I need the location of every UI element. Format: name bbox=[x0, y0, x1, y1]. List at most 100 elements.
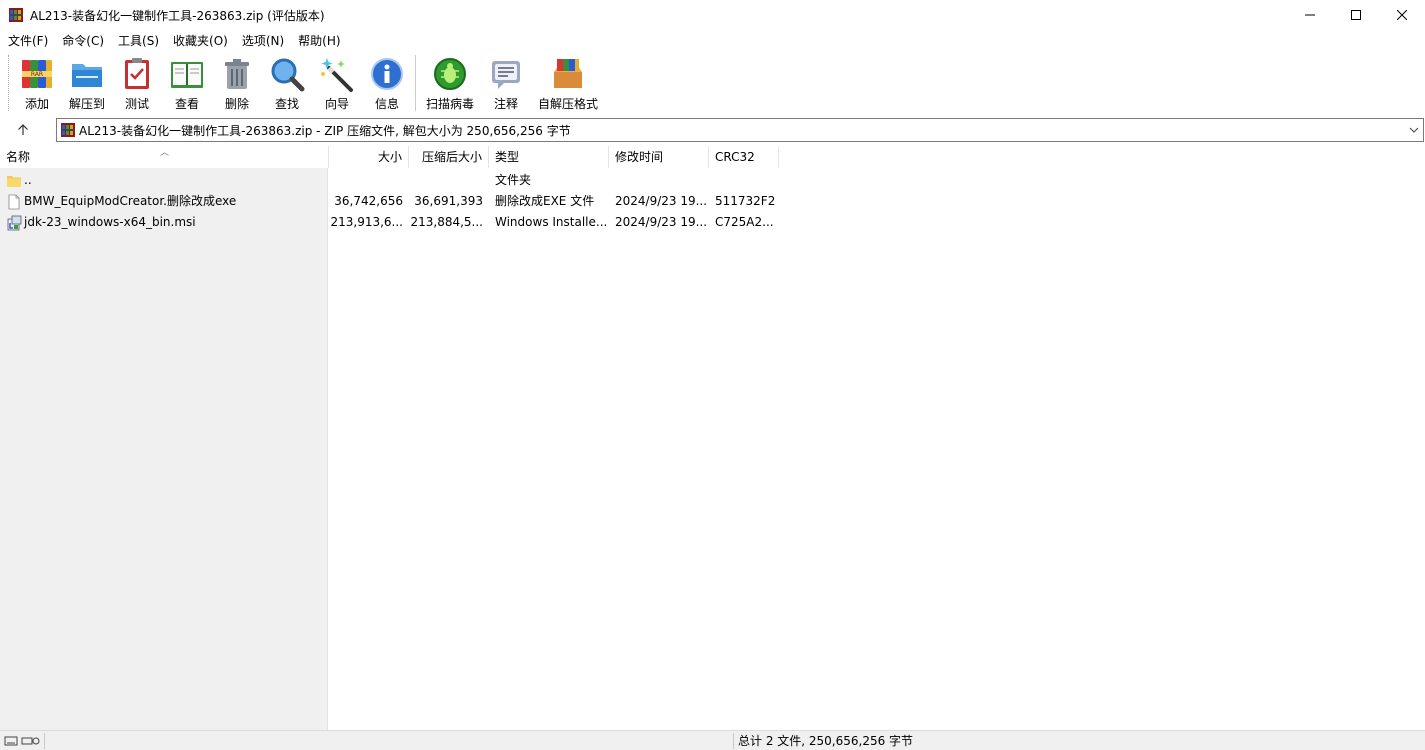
sfx-box-icon bbox=[550, 56, 586, 92]
book-icon bbox=[169, 56, 205, 92]
column-name[interactable]: 名称 ︿ bbox=[0, 146, 329, 168]
magic-wand-icon bbox=[319, 56, 355, 92]
column-size[interactable]: 大小 bbox=[329, 146, 409, 168]
find-button[interactable]: 查找 bbox=[269, 50, 305, 112]
column-name-label: 名称 bbox=[6, 150, 31, 164]
winrar-app-icon[interactable] bbox=[8, 7, 24, 23]
sort-ascending-icon: ︿ bbox=[160, 148, 170, 158]
svg-text:RAR: RAR bbox=[31, 71, 43, 78]
chevron-down-icon[interactable] bbox=[1409, 124, 1419, 138]
find-label: 查找 bbox=[275, 97, 300, 111]
menu-favorites[interactable]: 收藏夹(O) bbox=[166, 32, 235, 49]
view-button[interactable]: 查看 bbox=[169, 50, 205, 112]
minimize-button[interactable] bbox=[1287, 0, 1333, 30]
info-icon bbox=[369, 56, 405, 92]
column-packed-size[interactable]: 压缩后大小 bbox=[409, 146, 489, 168]
menu-file[interactable]: 文件(F) bbox=[0, 32, 55, 49]
add-label: 添加 bbox=[24, 97, 49, 111]
address-path: AL213-装备幻化一键制作工具-263863.zip - ZIP 压缩文件, … bbox=[79, 123, 571, 138]
column-type[interactable]: 类型 bbox=[489, 146, 609, 168]
file-size: 36,742,656 bbox=[334, 194, 403, 208]
view-label: 查看 bbox=[175, 97, 200, 111]
menu-tools[interactable]: 工具(S) bbox=[111, 32, 166, 49]
menu-bar: 文件(F) 命令(C) 工具(S) 收藏夹(O) 选项(N) 帮助(H) bbox=[0, 30, 1425, 50]
comment-label: 注释 bbox=[494, 97, 519, 111]
magnifier-icon bbox=[269, 56, 305, 92]
close-button[interactable] bbox=[1379, 0, 1425, 30]
add-archive-icon: RAR bbox=[19, 56, 55, 92]
extract-to-label: 解压到 bbox=[69, 97, 106, 111]
file-type: 文件夹 bbox=[495, 173, 532, 187]
status-icons bbox=[4, 734, 42, 750]
delete-label: 删除 bbox=[225, 97, 250, 111]
file-size bbox=[329, 170, 403, 191]
file-modified bbox=[615, 170, 707, 191]
name-column-background bbox=[0, 168, 328, 730]
file-name-cell: .. bbox=[0, 170, 328, 191]
zip-archive-icon bbox=[60, 122, 76, 138]
virus-scan-button[interactable]: 扫描病毒 bbox=[426, 50, 474, 112]
toolbar-grip[interactable] bbox=[8, 55, 12, 111]
address-combobox[interactable]: AL213-装备幻化一键制作工具-263863.zip - ZIP 压缩文件, … bbox=[56, 118, 1424, 142]
file-size: 213,913,6... bbox=[330, 215, 403, 229]
column-modified[interactable]: 修改时间 bbox=[609, 146, 709, 168]
file-name-cell: BMW_EquipModCreator.删除改成exe bbox=[0, 191, 328, 212]
file-row-parent[interactable]: .. 文件夹 bbox=[0, 170, 1425, 191]
clipboard-check-icon bbox=[119, 56, 155, 92]
drive-icon bbox=[4, 736, 18, 746]
up-arrow-icon bbox=[18, 124, 28, 135]
add-button[interactable]: RAR 添加 bbox=[19, 50, 55, 112]
file-icon bbox=[6, 194, 22, 210]
delete-button[interactable]: 删除 bbox=[219, 50, 255, 112]
menu-commands[interactable]: 命令(C) bbox=[55, 32, 111, 49]
status-divider bbox=[733, 733, 734, 749]
sfx-label: 自解压格式 bbox=[538, 97, 599, 111]
file-type: 删除改成EXE 文件 bbox=[495, 194, 595, 208]
file-packed-size: 213,884,5... bbox=[410, 215, 483, 229]
extract-to-button[interactable]: 解压到 bbox=[69, 50, 105, 112]
sfx-button[interactable]: 自解压格式 bbox=[538, 50, 598, 112]
menu-options[interactable]: 选项(N) bbox=[235, 32, 291, 49]
file-type: Windows Installe... bbox=[495, 215, 607, 229]
maximize-button[interactable] bbox=[1333, 0, 1379, 30]
status-divider bbox=[44, 733, 45, 749]
wizard-label: 向导 bbox=[325, 97, 350, 111]
file-row[interactable]: BMW_EquipModCreator.删除改成exe 36,742,656 3… bbox=[0, 191, 1425, 212]
file-name: .. bbox=[24, 173, 32, 187]
folder-icon bbox=[6, 173, 22, 189]
msi-installer-icon bbox=[6, 215, 22, 231]
info-button[interactable]: 信息 bbox=[369, 50, 405, 112]
title-bar: AL213-装备幻化一键制作工具-263863.zip (评估版本) bbox=[0, 0, 1425, 30]
file-name: BMW_EquipModCreator.删除改成exe bbox=[24, 194, 237, 208]
comment-button[interactable]: 注释 bbox=[488, 50, 524, 112]
status-bar: 总计 2 文件, 250,656,256 字节 bbox=[0, 730, 1425, 750]
file-crc32 bbox=[715, 170, 777, 191]
virus-scan-label: 扫描病毒 bbox=[426, 97, 475, 111]
file-modified: 2024/9/23 19... bbox=[615, 215, 707, 229]
info-label: 信息 bbox=[375, 97, 400, 111]
up-button[interactable] bbox=[0, 116, 46, 144]
file-list-header: 名称 ︿ 大小 压缩后大小 类型 修改时间 CRC32 bbox=[0, 146, 1425, 168]
menu-help[interactable]: 帮助(H) bbox=[291, 32, 347, 49]
column-crc32[interactable]: CRC32 bbox=[709, 146, 779, 168]
window-title: AL213-装备幻化一键制作工具-263863.zip (评估版本) bbox=[30, 8, 325, 23]
close-icon bbox=[1397, 10, 1407, 20]
test-button[interactable]: 测试 bbox=[119, 50, 155, 112]
status-summary: 总计 2 文件, 250,656,256 字节 bbox=[738, 734, 914, 748]
bug-scan-icon bbox=[432, 56, 468, 92]
minimize-icon bbox=[1305, 14, 1315, 16]
file-packed-size bbox=[409, 170, 483, 191]
folder-extract-icon bbox=[69, 56, 105, 92]
wizard-button[interactable]: 向导 bbox=[319, 50, 355, 112]
file-modified: 2024/9/23 19... bbox=[615, 194, 707, 208]
file-name-cell: jdk-23_windows-x64_bin.msi bbox=[0, 212, 328, 233]
toolbar: RAR 添加 解压到 测试 查看 删除 查找 向导 信息 扫描病毒 注释 自解压… bbox=[0, 50, 1425, 116]
trash-icon bbox=[219, 56, 255, 92]
file-crc32: C725A2... bbox=[715, 215, 774, 229]
maximize-icon bbox=[1351, 10, 1361, 20]
file-row[interactable]: jdk-23_windows-x64_bin.msi 213,913,6... … bbox=[0, 212, 1425, 233]
test-label: 测试 bbox=[125, 97, 150, 111]
address-row: AL213-装备幻化一键制作工具-263863.zip - ZIP 压缩文件, … bbox=[0, 116, 1425, 144]
toolbar-separator bbox=[415, 55, 417, 111]
file-name: jdk-23_windows-x64_bin.msi bbox=[24, 215, 196, 229]
